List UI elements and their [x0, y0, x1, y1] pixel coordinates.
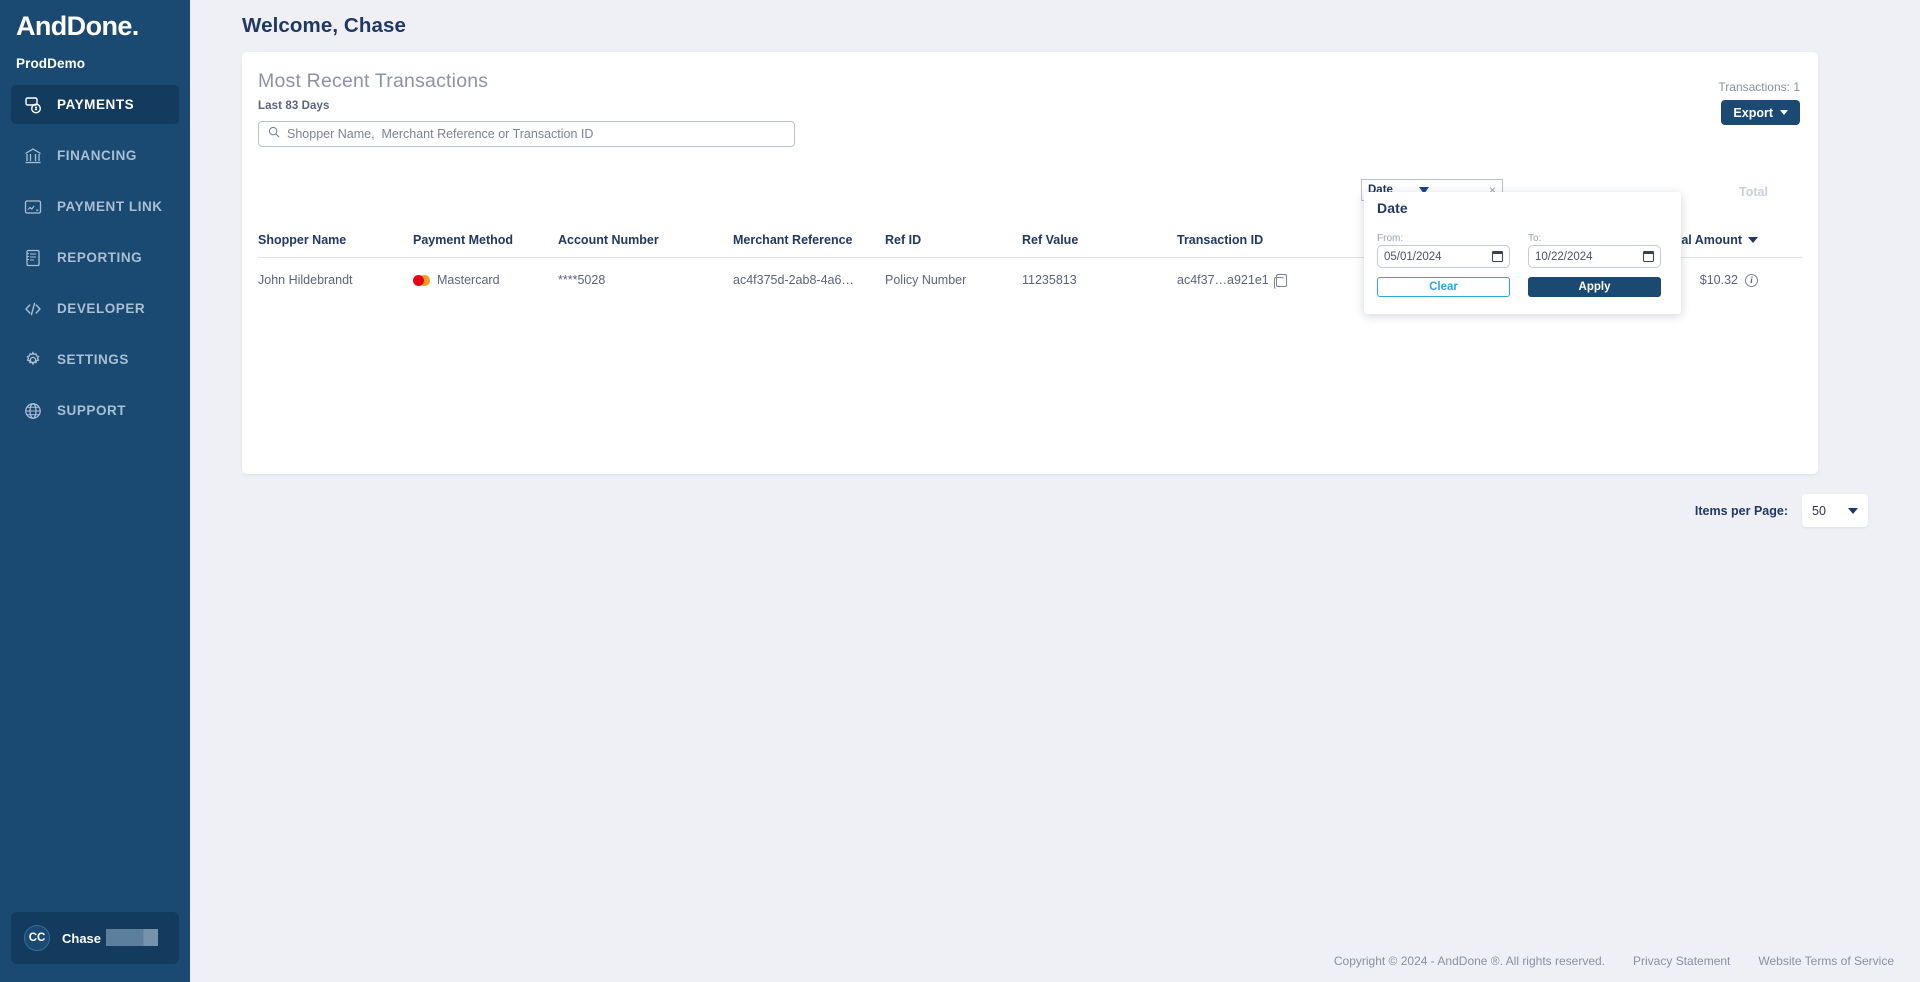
main-content: Welcome, Chase Most Recent Transactions … [190, 0, 1920, 982]
transactions-count: Transactions: 1 [1718, 80, 1800, 94]
calendar-icon[interactable] [1642, 250, 1655, 262]
cell-shopper-name: John Hildebrandt [258, 273, 353, 287]
terms-of-service-link[interactable]: Website Terms of Service [1758, 954, 1894, 968]
payments-icon [23, 95, 43, 115]
search-box[interactable] [258, 121, 795, 147]
privacy-statement-link[interactable]: Privacy Statement [1633, 954, 1730, 968]
globe-icon [23, 401, 43, 421]
sidebar-item-label: FINANCING [57, 148, 137, 164]
date-to-value: 10/22/2024 [1535, 250, 1593, 263]
brand-logo[interactable]: AndDone. [0, 0, 190, 40]
date-from-value: 05/01/2024 [1384, 250, 1442, 263]
sidebar-item-label: REPORTING [57, 250, 143, 266]
cell-total-amount-label: $10.32 [1699, 273, 1738, 287]
cell-merchant-reference: ac4f375d-2ab8-4a6… [733, 273, 854, 287]
sidebar-item-settings[interactable]: SETTINGS [11, 340, 179, 379]
column-header-ref-value[interactable]: Ref Value [1022, 233, 1177, 247]
logo-text: AndDone [16, 11, 132, 41]
date-popup-title: Date [1377, 200, 1408, 216]
user-account-card[interactable]: CC Chase [11, 912, 179, 964]
search-input[interactable] [287, 127, 785, 141]
card-subtitle: Last 83 Days [258, 100, 330, 112]
sidebar-item-label: DEVELOPER [57, 301, 146, 317]
sidebar-item-payments[interactable]: PAYMENTS [11, 85, 179, 125]
date-from-field: From: 05/01/2024 [1377, 233, 1510, 268]
date-to-input[interactable]: 10/22/2024 [1528, 245, 1661, 268]
sidebar-item-support[interactable]: SUPPORT [11, 391, 179, 430]
column-header-account-number[interactable]: Account Number [558, 233, 733, 247]
gear-icon [23, 350, 43, 370]
sidebar-item-label: PAYMENTS [57, 97, 135, 113]
sidebar-nav: PAYMENTS FINANCING PAYMENT LINK REPORTIN… [0, 85, 190, 430]
footer: Copyright © 2024 - AndDone ®. All rights… [1334, 954, 1894, 968]
copyright-text: Copyright © 2024 - AndDone ®. All rights… [1333, 954, 1606, 968]
user-name: Chase [62, 930, 102, 946]
card-header: Most Recent Transactions Last 83 Days Tr… [242, 52, 1818, 147]
info-icon[interactable]: i [1745, 273, 1758, 287]
obscured-column-header: Total [1739, 185, 1768, 199]
items-per-page-value: 50 [1812, 503, 1826, 518]
sidebar-item-label: PAYMENT LINK [57, 199, 163, 215]
export-label: Export [1733, 105, 1773, 120]
items-per-page-label: Items per Page: [1694, 503, 1788, 518]
redacted-surname [106, 928, 159, 946]
date-filter-popup: Date From: 05/01/2024 To: 10/22/2024 Cle… [1364, 192, 1681, 314]
items-per-page: Items per Page: 50 [1695, 494, 1868, 527]
cell-transaction-id-label: ac4f37…a921e1 [1177, 273, 1269, 287]
code-icon [23, 299, 43, 319]
date-popup-actions: Clear Apply [1377, 277, 1668, 297]
sidebar-item-label: SETTINGS [57, 352, 129, 368]
sidebar-item-payment-link[interactable]: PAYMENT LINK [11, 187, 179, 226]
mastercard-icon [413, 274, 430, 286]
bank-icon [23, 146, 43, 166]
page-title: Welcome, Chase [242, 14, 406, 37]
cell-ref-id: Policy Number [885, 273, 967, 287]
avatar: CC [24, 925, 50, 951]
report-icon [23, 248, 43, 268]
cell-account-number: ****5028 [558, 273, 606, 287]
calendar-icon[interactable] [1491, 250, 1504, 262]
sidebar-item-developer[interactable]: DEVELOPER [11, 289, 179, 328]
cell-ref-value: 11235813 [1022, 273, 1077, 287]
date-fields: From: 05/01/2024 To: 10/22/2024 [1377, 233, 1668, 268]
column-header-merchant-reference[interactable]: Merchant Reference [733, 233, 885, 247]
sidebar: AndDone. ProdDemo PAYMENTS FINANCING PAY… [0, 0, 190, 982]
cell-payment-method-label: Mastercard [437, 273, 500, 287]
card-title: Most Recent Transactions [258, 70, 489, 92]
date-to-field: To: 10/22/2024 [1528, 233, 1661, 268]
items-per-page-select[interactable]: 50 [1802, 494, 1868, 527]
sort-descending-icon [1748, 236, 1758, 243]
logo-dot: . [131, 11, 139, 41]
cell-payment-method: Mastercard [413, 273, 558, 287]
clear-button[interactable]: Clear [1377, 277, 1510, 297]
payment-link-icon [23, 197, 43, 217]
date-from-input[interactable]: 05/01/2024 [1377, 245, 1510, 268]
column-header-payment-method[interactable]: Payment Method [413, 233, 558, 247]
sidebar-item-financing[interactable]: FINANCING [11, 136, 179, 175]
copy-icon[interactable] [1273, 273, 1287, 289]
date-to-label: To: [1528, 233, 1542, 244]
apply-button[interactable]: Apply [1528, 277, 1661, 297]
column-header-shopper-name[interactable]: Shopper Name [258, 233, 413, 247]
date-from-label: From: [1377, 233, 1404, 244]
search-icon [268, 125, 280, 143]
chevron-down-icon [1848, 507, 1858, 514]
sidebar-item-reporting[interactable]: REPORTING [11, 238, 179, 277]
chevron-down-icon [1780, 110, 1788, 115]
app-root: AndDone. ProdDemo PAYMENTS FINANCING PAY… [0, 0, 1920, 982]
tenant-name: ProdDemo [16, 56, 86, 72]
sidebar-item-label: SUPPORT [57, 403, 127, 419]
export-button[interactable]: Export [1721, 100, 1800, 125]
column-header-ref-id[interactable]: Ref ID [885, 233, 1022, 247]
